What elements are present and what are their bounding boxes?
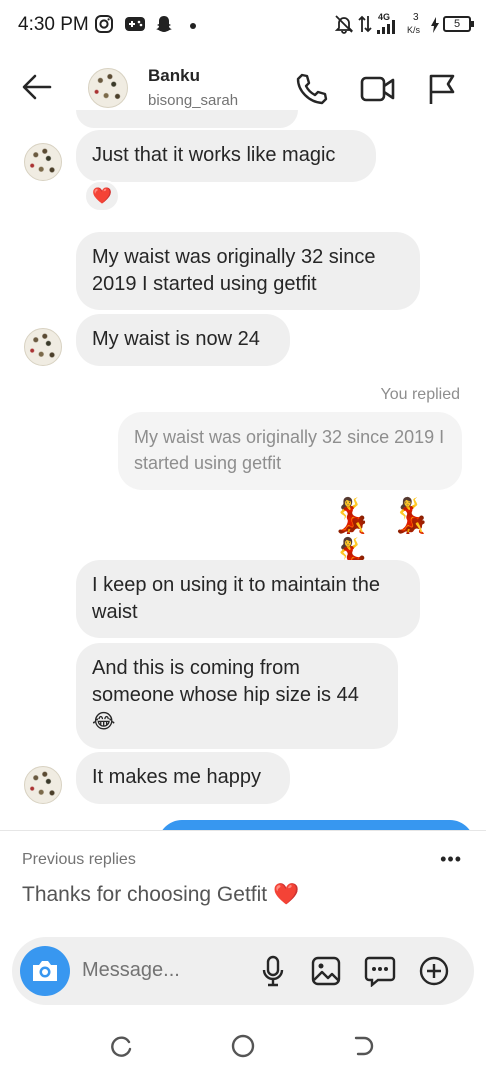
snapchat-icon: [156, 16, 172, 32]
sticker-chat-icon[interactable]: [364, 955, 396, 987]
network-speed-unit: K/s: [407, 25, 421, 35]
back-arrow-icon[interactable]: [20, 70, 54, 104]
message-text: Just that it works like magic: [92, 144, 336, 166]
laughing-emoji: 😂: [92, 711, 116, 733]
network-speed-value: 3: [413, 12, 419, 23]
message-bubble[interactable]: Just that it works like magic: [76, 130, 376, 182]
notification-dot: [190, 23, 196, 29]
quoted-text: My waist was originally 32 since 2019 I …: [134, 427, 445, 473]
back-nav-icon[interactable]: [352, 1034, 376, 1058]
message-bubble[interactable]: And this is coming from someone whose hi…: [76, 643, 398, 749]
battery-indicator: 5: [443, 16, 474, 32]
battery-level: 5: [453, 18, 461, 30]
quoted-message-bubble[interactable]: My waist was originally 32 since 2019 I …: [118, 412, 462, 490]
video-call-icon[interactable]: [360, 72, 396, 106]
message-bubble[interactable]: My waist was originally 32 since 2019 I …: [76, 232, 420, 310]
recent-apps-icon[interactable]: [110, 1034, 134, 1058]
mute-bell-icon: [334, 15, 354, 34]
message-text: I keep on using it to maintain the waist: [92, 574, 380, 623]
sender-avatar[interactable]: [24, 328, 62, 366]
message-text: And this is coming from someone whose hi…: [92, 657, 359, 706]
microphone-icon[interactable]: [260, 955, 286, 987]
message-input[interactable]: [82, 959, 242, 982]
message-text: My waist was originally 32 since 2019 I …: [92, 246, 376, 295]
report-flag-icon[interactable]: [426, 72, 458, 106]
reaction-emoji: ❤️: [92, 188, 112, 205]
add-plus-icon[interactable]: [418, 955, 450, 987]
sender-avatar[interactable]: [24, 766, 62, 804]
data-transfer-icon: [358, 15, 372, 33]
signal-strength-icon: [377, 20, 395, 34]
more-options-icon[interactable]: •••: [440, 849, 462, 870]
message-bubble[interactable]: It makes me happy: [76, 752, 290, 804]
voice-call-icon[interactable]: [294, 72, 328, 106]
previous-message-bubble-partial: [76, 110, 298, 128]
sender-avatar[interactable]: [24, 143, 62, 181]
gallery-icon[interactable]: [310, 955, 342, 987]
message-text: My waist is now 24: [92, 328, 260, 350]
message-bubble[interactable]: My waist is now 24: [76, 314, 290, 366]
contact-avatar[interactable]: [88, 68, 128, 108]
quick-reply-suggestion[interactable]: Thanks for choosing Getfit ❤️: [22, 883, 299, 907]
message-composer: [12, 937, 474, 1005]
camera-button[interactable]: [20, 946, 70, 996]
message-bubble[interactable]: I keep on using it to maintain the waist: [76, 560, 420, 638]
status-time: 4:30 PM: [18, 14, 89, 35]
home-circle-icon[interactable]: [231, 1034, 255, 1058]
message-text: It makes me happy: [92, 766, 261, 788]
heart-reaction[interactable]: ❤️: [84, 180, 120, 212]
game-controller-icon: [125, 17, 145, 31]
instagram-notification-icon: [95, 15, 113, 33]
contact-username[interactable]: bisong_sarah: [148, 92, 238, 109]
previous-replies-label: Previous replies: [22, 851, 136, 868]
contact-name[interactable]: Banku: [148, 66, 200, 86]
you-replied-label: You replied: [380, 386, 460, 403]
charging-bolt-icon: [431, 17, 439, 33]
camera-icon: [33, 961, 57, 981]
status-bar: 4:30 PM 4G 3 K/s 5: [0, 0, 486, 50]
